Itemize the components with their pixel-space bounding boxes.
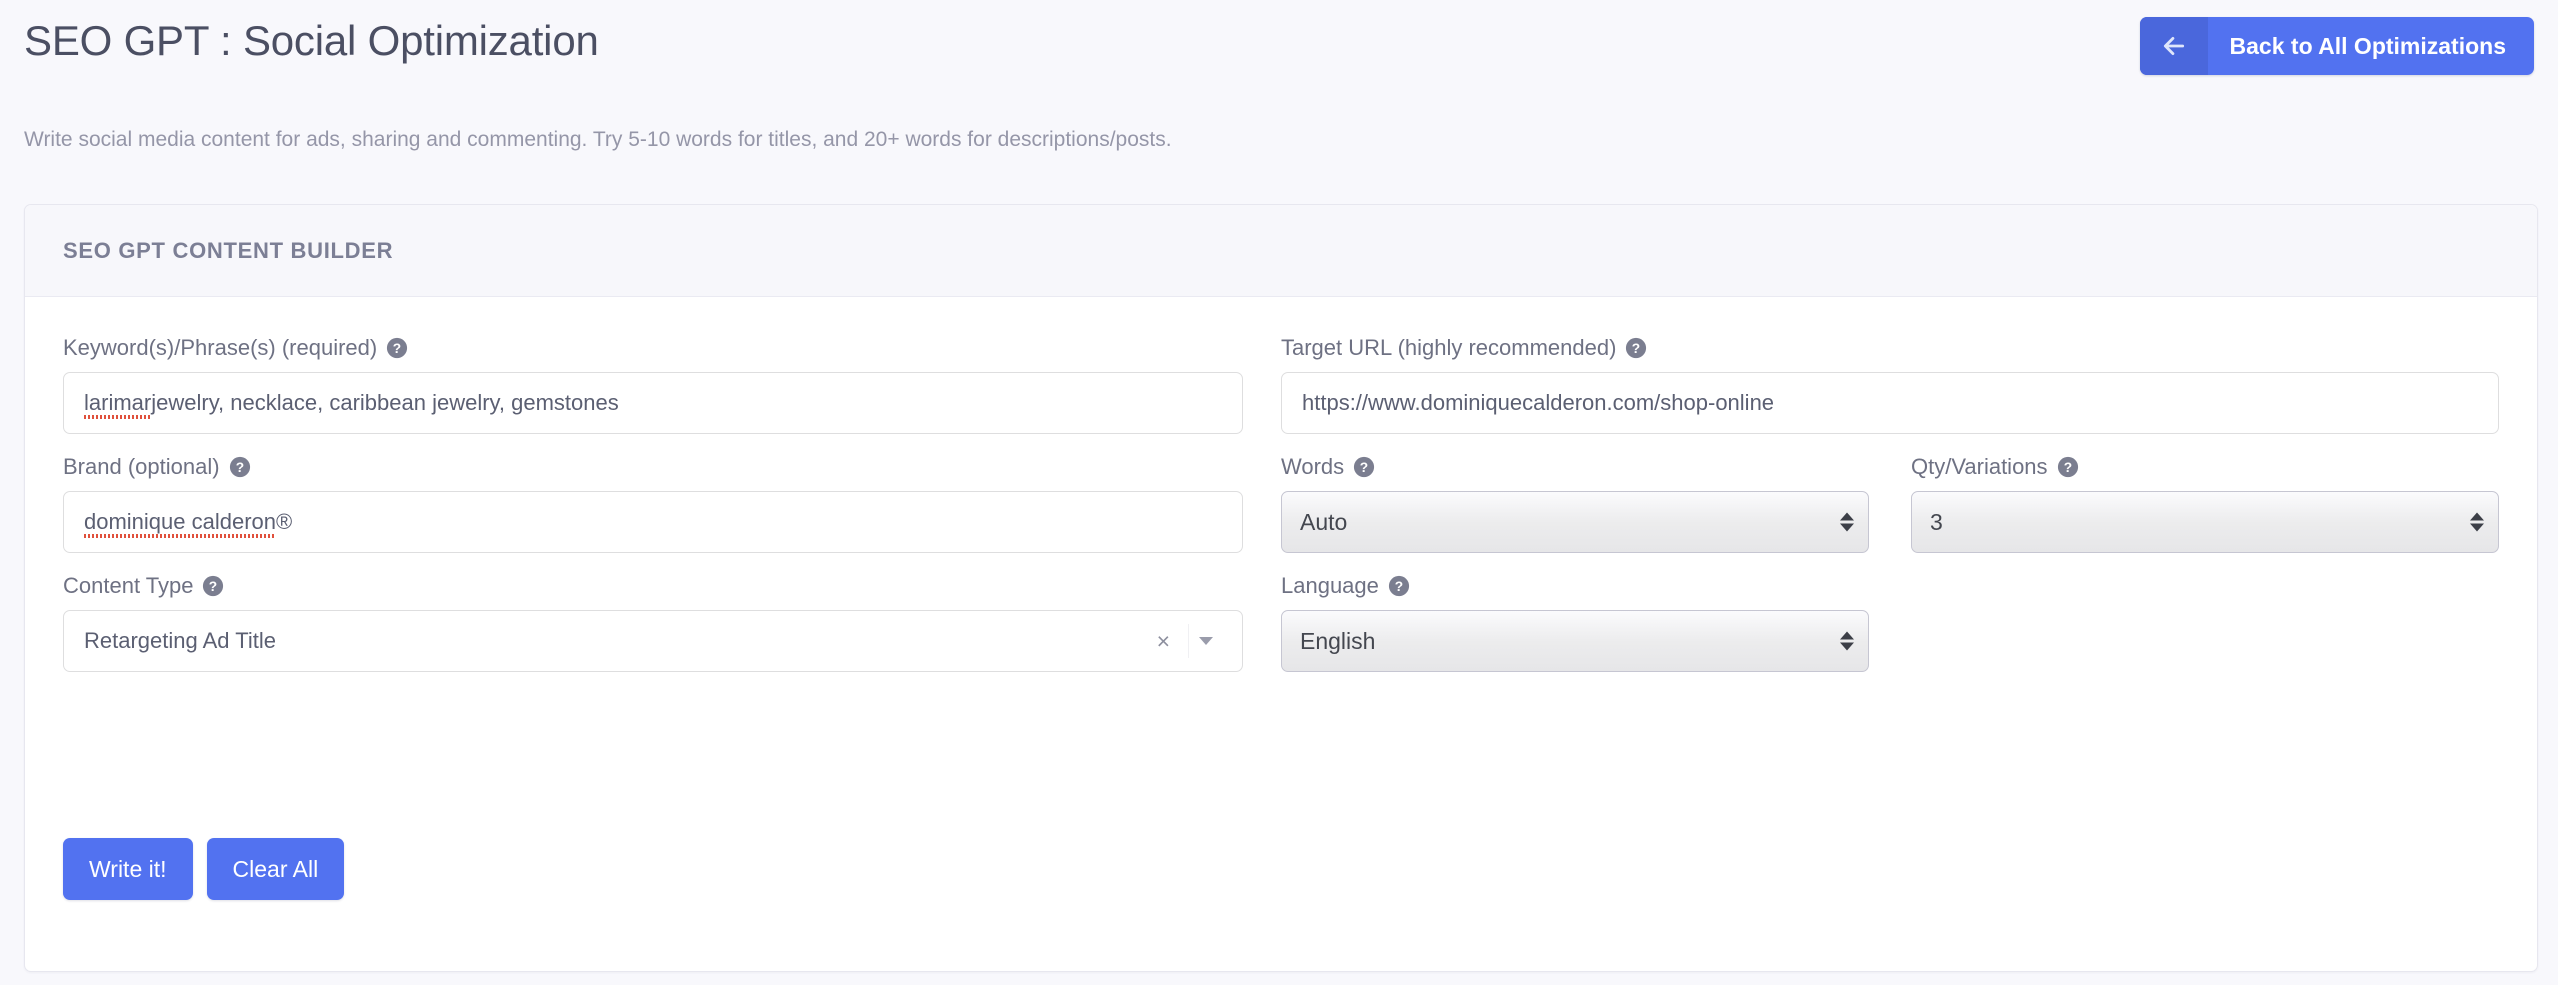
page-subtitle: Write social media content for ads, shar… xyxy=(24,128,1172,151)
target-url-label: Target URL (highly recommended) xyxy=(1281,335,1617,360)
field-language: Language ? English xyxy=(1281,575,1869,672)
select-updown-arrows-icon xyxy=(1840,512,1854,532)
words-label: Words xyxy=(1281,454,1345,479)
select-updown-arrows-icon xyxy=(2470,512,2484,532)
content-type-label: Content Type xyxy=(63,573,194,598)
brand-label: Brand (optional) xyxy=(63,454,220,479)
page-header: SEO GPT : Social Optimization Back to Al… xyxy=(0,0,2558,112)
language-selected-value: English xyxy=(1300,627,1376,654)
form-column-right: Target URL (highly recommended) ? https:… xyxy=(1243,337,2499,694)
field-keywords: Keyword(s)/Phrase(s) (required) ? larima… xyxy=(63,337,1243,434)
content-type-select[interactable]: Retargeting Ad Title × xyxy=(63,610,1243,672)
language-select[interactable]: English xyxy=(1281,610,1869,672)
svg-text:?: ? xyxy=(393,341,401,356)
chevron-down-icon[interactable] xyxy=(1188,624,1222,658)
help-circle-icon[interactable]: ? xyxy=(2057,456,2079,478)
clear-all-button[interactable]: Clear All xyxy=(206,838,345,900)
target-url-input[interactable]: https://www.dominiquecalderon.com/shop-o… xyxy=(1281,372,2499,434)
help-circle-icon[interactable]: ? xyxy=(1625,337,1647,359)
words-select[interactable]: Auto xyxy=(1281,491,1869,553)
form-actions: Write it! Clear All xyxy=(63,838,345,900)
keywords-input[interactable]: larimar jewelry, necklace, caribbean jew… xyxy=(63,372,1243,434)
target-url-label-row: Target URL (highly recommended) ? xyxy=(1281,337,2499,359)
qty-variations-selected-value: 3 xyxy=(1930,508,1943,535)
form-grid: Keyword(s)/Phrase(s) (required) ? larima… xyxy=(63,337,2499,694)
app-page: SEO GPT : Social Optimization Back to Al… xyxy=(0,0,2558,985)
back-button-label: Back to All Optimizations xyxy=(2229,32,2506,59)
close-x-icon[interactable]: × xyxy=(1147,629,1180,653)
target-url-value: https://www.dominiquecalderon.com/shop-o… xyxy=(1302,390,1775,415)
words-qty-row: Words ? Auto Qty/Variations ? 3 xyxy=(1281,456,2499,575)
field-words: Words ? Auto xyxy=(1281,456,1869,553)
svg-text:?: ? xyxy=(209,579,217,594)
brand-input[interactable]: dominique calderon ® xyxy=(63,491,1243,553)
brand-label-row: Brand (optional) ? xyxy=(63,456,1243,478)
qty-variations-label: Qty/Variations xyxy=(1911,454,2048,479)
arrow-left-icon xyxy=(2139,17,2208,75)
field-target-url: Target URL (highly recommended) ? https:… xyxy=(1281,337,2499,434)
help-circle-icon[interactable]: ? xyxy=(1353,456,1375,478)
brand-rest-text: ® xyxy=(276,509,293,534)
qty-variations-select[interactable]: 3 xyxy=(1911,491,2499,553)
keywords-label: Keyword(s)/Phrase(s) (required) xyxy=(63,335,378,360)
help-circle-icon[interactable]: ? xyxy=(229,456,251,478)
spellcheck-underline xyxy=(84,415,152,419)
help-circle-icon[interactable]: ? xyxy=(386,337,408,359)
card-header: SEO GPT CONTENT BUILDER xyxy=(25,205,2537,297)
back-to-all-optimizations-button[interactable]: Back to All Optimizations xyxy=(2139,17,2534,75)
brand-misspelled-token: dominique calderon xyxy=(84,509,277,538)
content-type-selected-value: Retargeting Ad Title xyxy=(84,628,277,653)
language-label: Language xyxy=(1281,573,1379,598)
words-label-row: Words ? xyxy=(1281,456,1869,478)
content-builder-card: SEO GPT CONTENT BUILDER Keyword(s)/Phras… xyxy=(24,204,2538,972)
field-qty-variations: Qty/Variations ? 3 xyxy=(1911,456,2499,553)
svg-text:?: ? xyxy=(235,460,243,475)
words-selected-value: Auto xyxy=(1300,508,1348,535)
keywords-label-row: Keyword(s)/Phrase(s) (required) ? xyxy=(63,337,1243,359)
svg-text:?: ? xyxy=(1632,341,1640,356)
page-title: SEO GPT : Social Optimization xyxy=(24,17,599,64)
field-content-type: Content Type ? Retargeting Ad Title × xyxy=(63,575,1243,672)
svg-text:?: ? xyxy=(1395,579,1403,594)
qty-label-row: Qty/Variations ? xyxy=(1911,456,2499,478)
help-circle-icon[interactable]: ? xyxy=(202,575,224,597)
svg-text:?: ? xyxy=(2063,460,2071,475)
card-header-title: SEO GPT CONTENT BUILDER xyxy=(63,237,394,263)
svg-text:?: ? xyxy=(1360,460,1368,475)
keywords-rest-text: jewelry, necklace, caribbean jewelry, ge… xyxy=(151,390,619,415)
field-brand: Brand (optional) ? dominique calderon ® xyxy=(63,456,1243,553)
spellcheck-underline xyxy=(84,534,277,538)
help-circle-icon[interactable]: ? xyxy=(1388,575,1410,597)
select-updown-arrows-icon xyxy=(1840,631,1854,651)
card-body: Keyword(s)/Phrase(s) (required) ? larima… xyxy=(25,297,2537,971)
write-it-button[interactable]: Write it! xyxy=(63,838,193,900)
content-type-label-row: Content Type ? xyxy=(63,575,1243,597)
keywords-misspelled-token: larimar xyxy=(84,390,152,419)
language-label-row: Language ? xyxy=(1281,575,1869,597)
form-column-left: Keyword(s)/Phrase(s) (required) ? larima… xyxy=(63,337,1243,694)
